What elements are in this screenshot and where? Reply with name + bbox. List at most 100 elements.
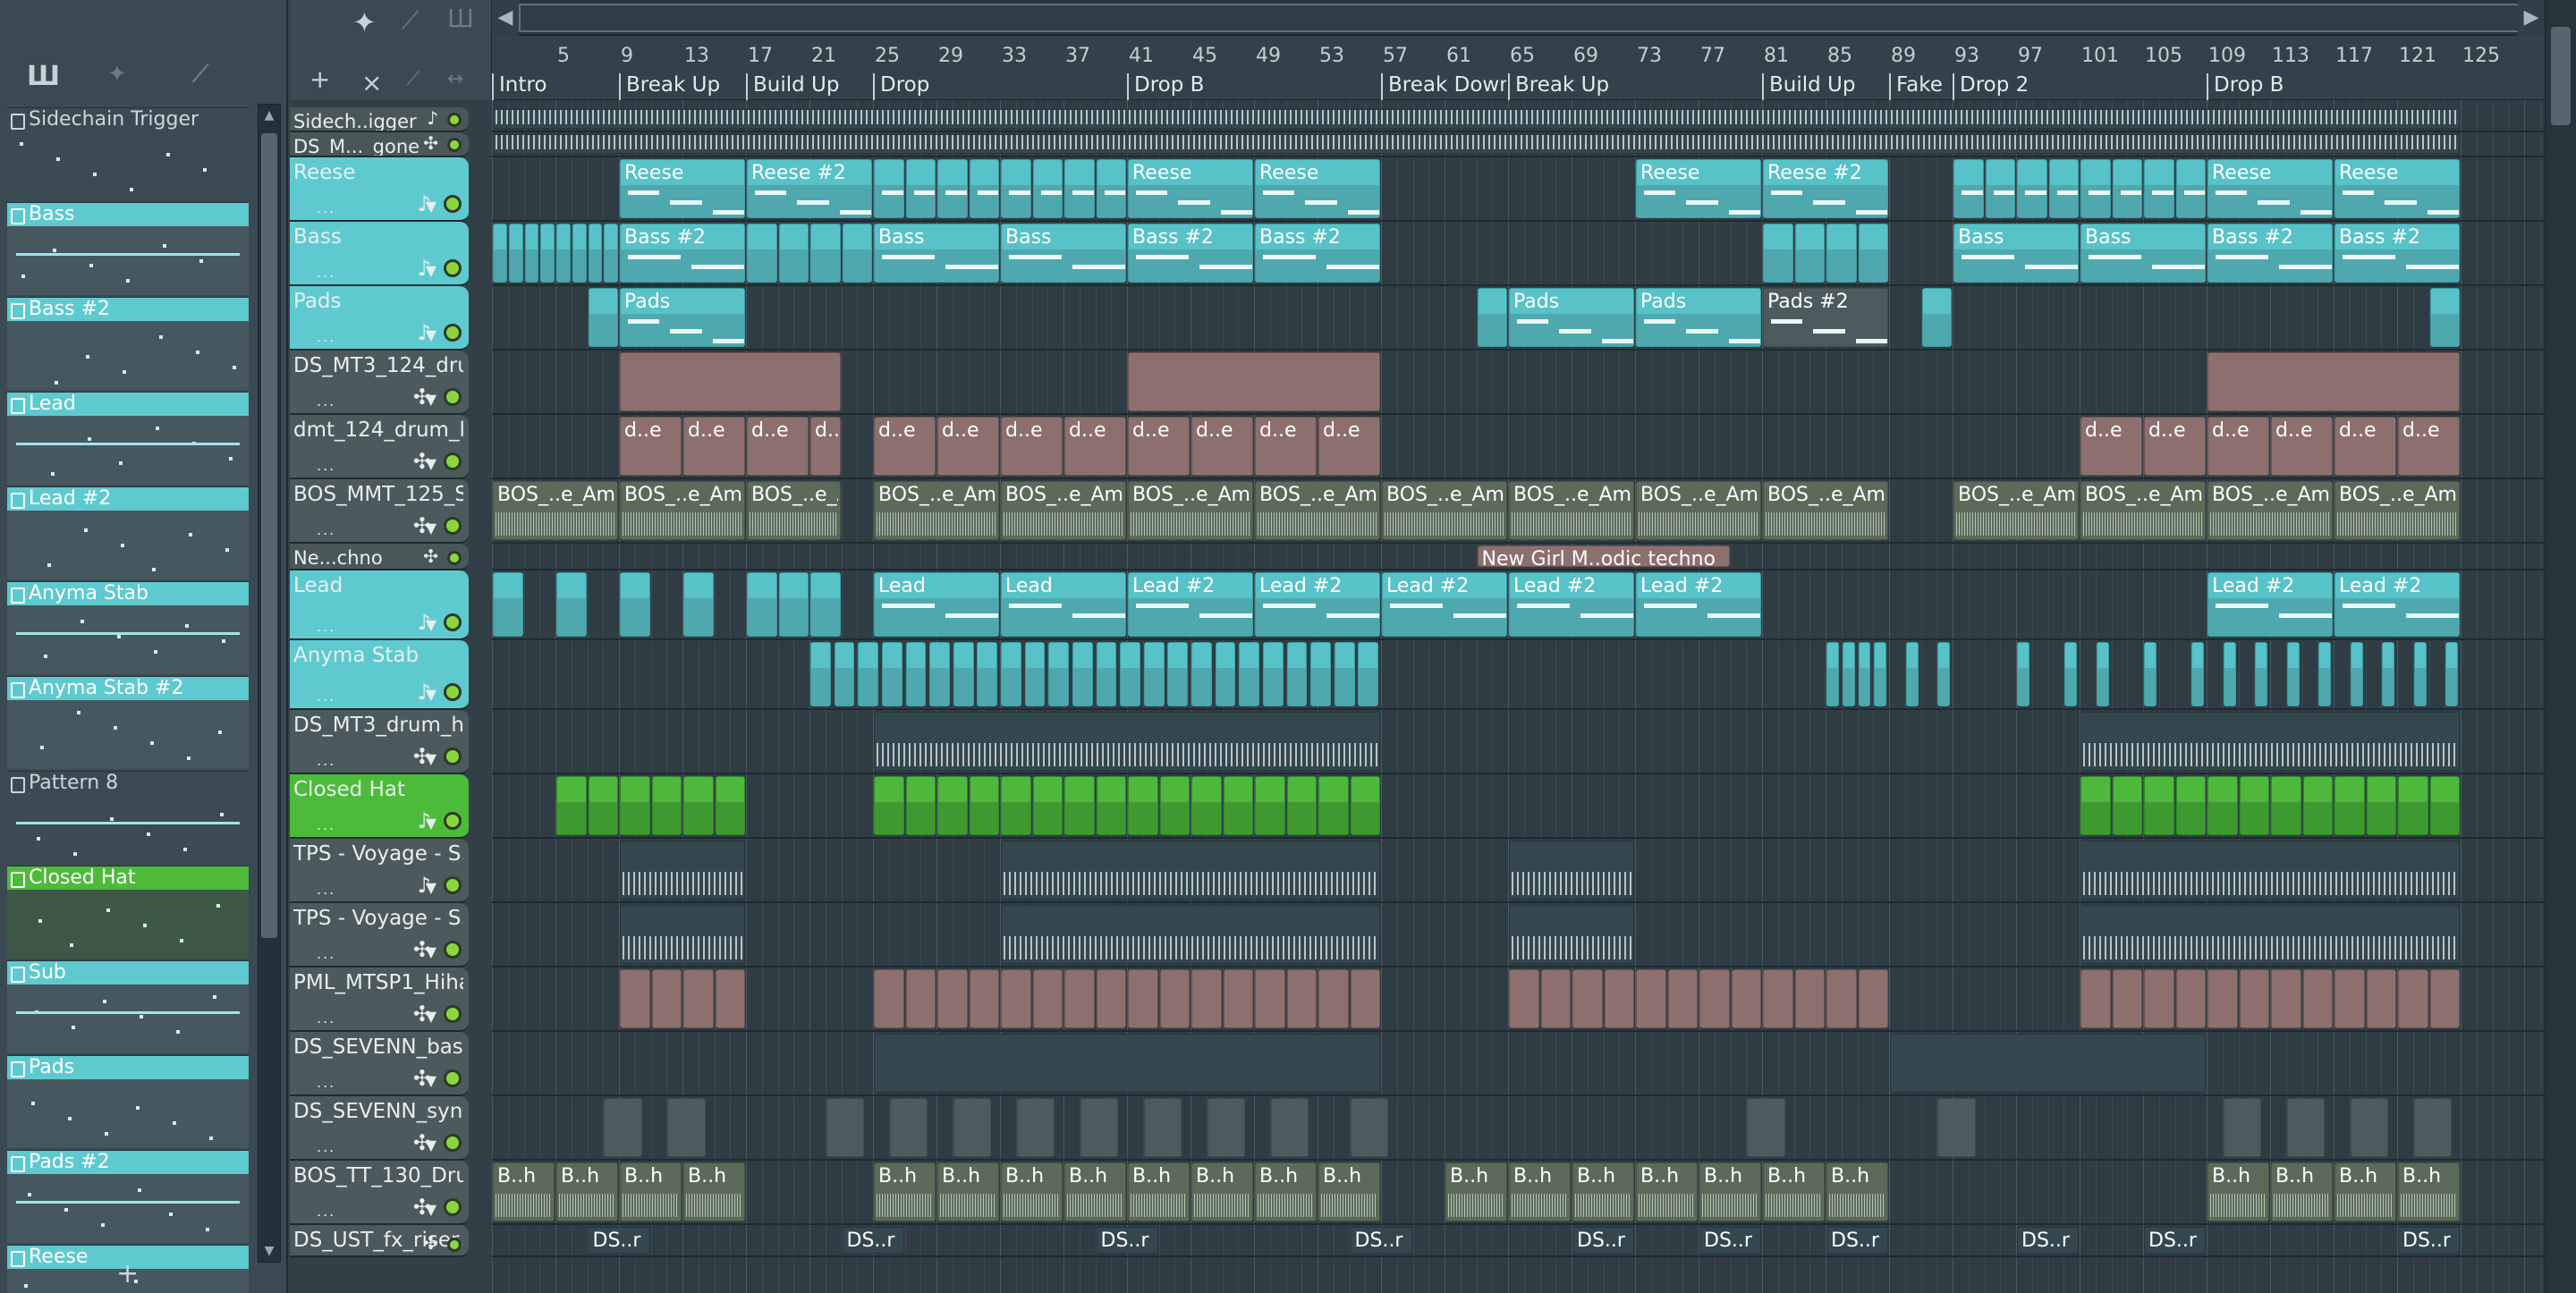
pattern-clip[interactable] <box>1143 642 1165 706</box>
pattern-clip[interactable]: Lead #2 <box>2207 572 2333 637</box>
audio-clip[interactable] <box>1509 841 1634 900</box>
audio-clip[interactable]: d..e <box>1128 417 1190 476</box>
audio-clip[interactable]: BOS_..e_Am <box>2080 481 2206 540</box>
audio-clip[interactable]: d..e <box>1001 417 1063 476</box>
audio-clip[interactable] <box>1270 1098 1309 1157</box>
pattern-clip[interactable] <box>1842 642 1855 706</box>
audio-clip[interactable] <box>2223 1098 2262 1157</box>
audio-clip[interactable] <box>620 969 650 1028</box>
audio-clip[interactable] <box>874 969 904 1028</box>
bar-number[interactable]: 117 <box>2335 45 2373 67</box>
audio-clip[interactable]: B..h <box>937 1162 999 1221</box>
pattern-clip[interactable]: Pads #2 <box>1763 288 1888 347</box>
audio-clip[interactable]: New Girl M..odic techno <box>1477 545 1730 567</box>
audio-clip[interactable] <box>2366 969 2396 1028</box>
audio-clip[interactable]: B..h <box>493 1162 555 1221</box>
pattern-clip[interactable] <box>1334 642 1355 706</box>
bar-number[interactable]: 37 <box>1065 45 1090 67</box>
picker-pattern-item[interactable]: Bass <box>7 202 249 295</box>
pattern-clip[interactable] <box>1064 159 1095 218</box>
audio-clip[interactable] <box>2207 352 2460 411</box>
audio-clip[interactable]: d..e <box>2080 417 2142 476</box>
track-header[interactable]: DS_SEVENN_synt......▼✣ <box>290 1096 469 1161</box>
pattern-clip[interactable] <box>604 224 618 283</box>
track-active-led[interactable] <box>444 1069 462 1087</box>
pattern-clip[interactable] <box>2112 776 2142 835</box>
pattern-clip[interactable] <box>2413 642 2427 706</box>
timeline-marker[interactable]: Drop B <box>2207 73 2543 100</box>
bar-number[interactable]: 93 <box>1954 45 1979 67</box>
pattern-clip[interactable] <box>2096 642 2109 706</box>
audio-clip[interactable] <box>620 841 745 900</box>
audio-clip[interactable]: d..e <box>2207 417 2269 476</box>
track-active-led[interactable] <box>444 683 462 701</box>
audio-clip[interactable]: B..h <box>2334 1162 2396 1221</box>
pattern-clip[interactable] <box>1032 159 1063 218</box>
pattern-clip[interactable]: Lead #2 <box>1128 572 1253 637</box>
track-header[interactable]: BOS_MMT_125_Sy......▼✣ <box>290 479 469 544</box>
pattern-clip[interactable] <box>905 642 927 706</box>
audio-clip[interactable]: DS..r <box>588 1227 650 1254</box>
track-active-led[interactable] <box>447 138 462 152</box>
piano-roll-icon[interactable]: Ш <box>27 61 60 92</box>
audio-clip-icon[interactable]: ✦ <box>352 5 377 39</box>
audio-wave-icon[interactable]: ✦ <box>107 61 127 88</box>
track-active-led[interactable] <box>444 195 462 213</box>
add-track-button[interactable]: + <box>309 64 330 94</box>
audio-clip[interactable] <box>1159 969 1190 1028</box>
track-active-led[interactable] <box>444 1134 462 1152</box>
pattern-clip[interactable]: Bass #2 <box>1255 224 1380 283</box>
audio-clip[interactable]: d..e <box>1064 417 1126 476</box>
bar-number[interactable]: 81 <box>1764 45 1789 67</box>
pattern-clip[interactable] <box>1223 776 1253 835</box>
pattern-clip[interactable]: Pads <box>620 288 745 347</box>
audio-clip[interactable] <box>1064 969 1095 1028</box>
audio-clip[interactable] <box>2175 969 2206 1028</box>
track-header[interactable]: DS_MT3_drum_h......▼✣ <box>290 710 469 774</box>
pattern-clip[interactable] <box>1001 159 1031 218</box>
bar-number[interactable]: 53 <box>1319 45 1344 67</box>
audio-clip[interactable] <box>1747 1098 1785 1157</box>
pattern-clip[interactable] <box>2223 642 2236 706</box>
pattern-clip[interactable] <box>572 224 587 283</box>
audio-clip[interactable]: d..e <box>620 417 682 476</box>
audio-clip[interactable]: B..h <box>1636 1162 1698 1221</box>
pattern-clip[interactable] <box>2302 776 2333 835</box>
audio-clip[interactable]: B..h <box>2207 1162 2269 1221</box>
pattern-clip[interactable] <box>1120 642 1140 706</box>
pattern-clip[interactable] <box>1191 642 1212 706</box>
pattern-clip[interactable]: Bass #2 <box>620 224 745 283</box>
audio-clip[interactable]: B..h <box>683 1162 745 1221</box>
audio-clip[interactable] <box>2080 905 2460 964</box>
pattern-clip[interactable]: Bass <box>2080 224 2206 283</box>
picker-pattern-item[interactable]: Bass #2 <box>7 297 249 390</box>
audio-clip[interactable] <box>1667 969 1698 1028</box>
audio-clip[interactable] <box>1540 969 1571 1028</box>
audio-clip[interactable] <box>1890 1034 2206 1093</box>
track-header[interactable]: Ne...chno ✣ <box>290 544 469 570</box>
overview-window[interactable] <box>519 4 2576 32</box>
audio-clip[interactable]: B..h <box>1826 1162 1888 1221</box>
track-header[interactable]: Sidech..igger ♪ <box>290 107 469 132</box>
pattern-clip[interactable] <box>1763 224 1793 283</box>
audio-clip[interactable] <box>2429 969 2460 1028</box>
pattern-clip[interactable] <box>2080 159 2111 218</box>
pattern-clip[interactable]: Reese <box>2334 159 2460 218</box>
audio-clip[interactable] <box>2271 969 2301 1028</box>
audio-clip[interactable]: B..h <box>620 1162 682 1221</box>
audio-clip[interactable]: d..e <box>1318 417 1380 476</box>
bar-number[interactable]: 17 <box>748 45 773 67</box>
track-active-led[interactable] <box>444 517 462 535</box>
audio-clip[interactable] <box>1826 969 1857 1028</box>
track-active-led[interactable] <box>444 941 462 959</box>
audio-clip[interactable] <box>2080 841 2460 900</box>
pattern-clip[interactable] <box>2286 642 2300 706</box>
audio-clip[interactable]: d..e <box>2271 417 2333 476</box>
pattern-clip[interactable] <box>524 224 539 283</box>
pattern-clip[interactable] <box>1350 776 1380 835</box>
audio-clip[interactable] <box>1096 969 1126 1028</box>
bar-number[interactable]: 9 <box>621 45 633 67</box>
track-active-led[interactable] <box>444 876 462 894</box>
bar-number[interactable]: 61 <box>1446 45 1471 67</box>
pattern-clip[interactable] <box>620 776 650 835</box>
